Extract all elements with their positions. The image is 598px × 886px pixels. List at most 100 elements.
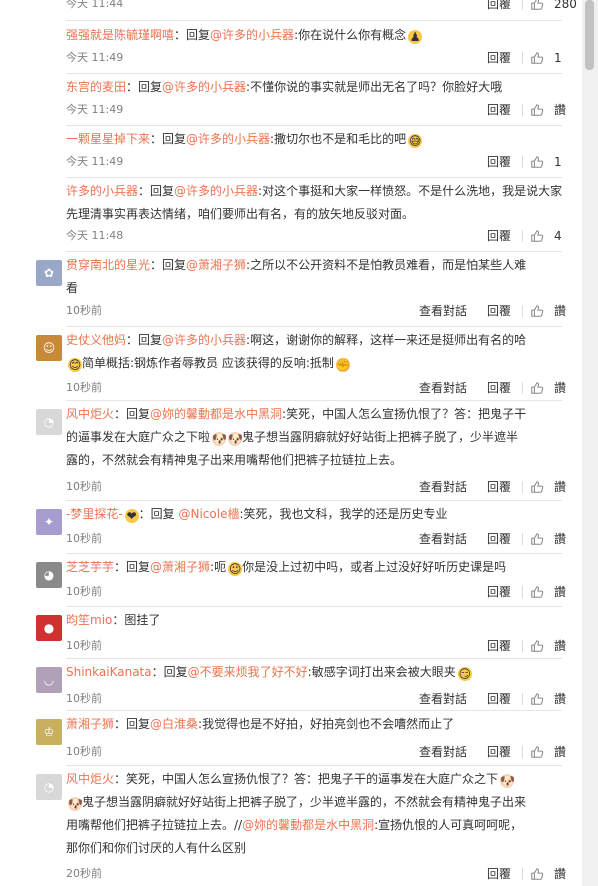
comment-item: ◔ 风中炬火：笑死，中国人怎么宣扬仇恨了？答：把鬼子干的逼事发在大庭广众之下 🐶 🐶鬼… [36, 765, 566, 886]
like-count: 讚 [554, 381, 567, 395]
mention-link[interactable]: @白淮桑 [150, 717, 198, 731]
thumb-up-icon [531, 586, 544, 598]
mention-link[interactable]: @许多的小兵器 [162, 333, 246, 347]
dog-emoji: 🐶 [212, 432, 227, 446]
mention-link[interactable]: @许多的小兵器 [174, 184, 258, 198]
mention-link[interactable]: @妳的馨動都是水中黑洞 [242, 818, 374, 832]
like-button[interactable]: 讚 [530, 531, 566, 547]
like-count: 讚 [554, 585, 567, 599]
reply-button[interactable]: 回覆 [487, 531, 511, 547]
like-button[interactable]: 4 [530, 228, 566, 244]
comment-text: ：笑死，中国人怎么宣扬仇恨了？答：把鬼子干的逼事发在大庭广众之下 [114, 772, 499, 786]
like-button[interactable]: 讚 [530, 584, 566, 600]
comment-text: 鬼子想当露阴癖就好好站街上把裤子脱了，少半遮半 [242, 430, 519, 444]
like-count: 讚 [554, 304, 567, 318]
reply-button[interactable]: 回覆 [487, 584, 511, 600]
comment-body: -梦里探花- ❤ ：回复 @Nicole檣:笑死，我也文科，我学的还是历史专业 [66, 503, 562, 526]
username-link[interactable]: 芝芝芋芋 [66, 560, 114, 574]
avatar[interactable]: ✿ [36, 260, 62, 286]
reply-button[interactable]: 回覆 [487, 691, 511, 707]
view-conversation-link[interactable]: 查看對話 [419, 303, 467, 319]
comment-footer: 今天 11:49 回覆 1 [66, 50, 562, 66]
reply-button[interactable]: 回覆 [487, 638, 511, 654]
reply-button[interactable]: 回覆 [487, 50, 511, 66]
comment-text: 鬼子想当露阴癖就好好站街上把裤子脱了，少半遮半露的，不然就会有精神鬼子出来 [82, 795, 527, 809]
like-button[interactable]: 讚 [530, 638, 566, 654]
scrollbar-track[interactable] [582, 0, 598, 886]
divider [522, 230, 523, 242]
username-link[interactable]: -梦里探花- [66, 507, 123, 521]
reply-button[interactable]: 回覆 [487, 102, 511, 118]
mention-link[interactable]: @萧湘子狮 [150, 560, 210, 574]
comment-text: :撒切尔也不是和毛比的吧 [270, 132, 407, 146]
mention-link[interactable]: @萧湘子狮 [186, 258, 246, 272]
like-button[interactable]: 讚 [530, 744, 566, 760]
dog-emoji: 🐶 [228, 432, 243, 446]
like-button[interactable]: 280 [530, 0, 577, 12]
view-conversation-link[interactable]: 查看對話 [419, 691, 467, 707]
like-button[interactable]: 讚 [530, 866, 566, 882]
reply-button[interactable]: 回覆 [487, 154, 511, 170]
thumb-up-icon [531, 305, 544, 317]
avatar[interactable]: ◡ [36, 667, 62, 693]
timestamp: 10秒前 [66, 639, 102, 652]
comment-item: ◔ 风中炬火：回复@妳的馨動都是水中黑洞:笑死，中国人怎么宣扬仇恨了？答：把鬼子干… [36, 400, 566, 501]
comment-text: ：图挂了 [112, 613, 161, 627]
avatar[interactable]: ◔ [36, 409, 62, 435]
username-link[interactable]: 风中炬火 [66, 772, 114, 786]
comment-text: ：回复 [114, 560, 151, 574]
like-button[interactable]: 讚 [530, 479, 566, 495]
avatar[interactable]: ● [36, 615, 62, 641]
view-conversation-link[interactable]: 查看對話 [419, 744, 467, 760]
username-link[interactable]: 史仗义他妈 [66, 333, 126, 347]
comment-item: ✦ -梦里探花- ❤ ：回复 @Nicole檣:笑死，我也文科，我学的还是历史专业 10… [36, 500, 566, 554]
avatar[interactable]: ◕ [36, 562, 62, 588]
timestamp: 10秒前 [66, 745, 102, 758]
avatar[interactable]: ♔ [36, 719, 62, 745]
avatar[interactable]: ☺ [36, 335, 62, 361]
username-link[interactable]: ShinkaiKanata [66, 665, 152, 679]
comment-footer: 10秒前 查看對話 回覆 讚 [66, 380, 566, 396]
mention-link[interactable]: @许多的小兵器 [162, 80, 246, 94]
thumb-up-icon [531, 104, 544, 116]
username-link[interactable]: 风中炬火 [66, 407, 114, 421]
thumb-up-icon [531, 868, 544, 880]
username-link[interactable]: 一颗星星掉下来 [66, 132, 150, 146]
reply-button[interactable]: 回覆 [487, 228, 511, 244]
username-link[interactable]: 东宫的麦田 [66, 80, 126, 94]
like-button[interactable]: 讚 [530, 102, 566, 118]
avatar[interactable]: ✦ [36, 509, 62, 535]
username-link[interactable]: 许多的小兵器 [66, 184, 138, 198]
scrollbar-thumb[interactable] [585, 0, 594, 70]
smile-emoji: 😊 [68, 358, 82, 372]
view-conversation-link[interactable]: 查看對話 [419, 479, 467, 495]
like-button[interactable]: 讚 [530, 380, 566, 396]
comment-body-line: 露的，不然就会有精神鬼子出来用嘴帮他们把裤子拉链拉上去。 [66, 453, 403, 467]
like-button[interactable]: 1 [530, 50, 566, 66]
reply-button[interactable]: 回覆 [487, 744, 511, 760]
reply-button[interactable]: 回覆 [487, 479, 511, 495]
username-link[interactable]: 昀笙mio [66, 613, 112, 627]
reply-button[interactable]: 回覆 [487, 380, 511, 396]
view-conversation-link[interactable]: 查看對話 [419, 380, 467, 396]
mention-link[interactable]: @妳的馨動都是水中黑洞 [150, 407, 282, 421]
comment-text: :呃 [210, 560, 227, 574]
reply-button[interactable]: 回覆 [487, 0, 511, 12]
reply-button[interactable]: 回覆 [487, 866, 511, 882]
mention-link[interactable]: @Nicole檣 [179, 507, 240, 521]
username-link[interactable]: 强强就是陈毓瑾啊嘻 [66, 28, 174, 42]
like-button[interactable]: 讚 [530, 691, 566, 707]
comment-footer: 10秒前 查看對話 回覆 讚 [66, 531, 566, 547]
comment-text: 回复 [186, 28, 211, 42]
username-link[interactable]: 贯穿南北的星光 [66, 258, 150, 272]
like-button[interactable]: 讚 [530, 303, 566, 319]
username-link[interactable]: 萧湘子狮 [66, 717, 114, 731]
reply-button[interactable]: 回覆 [487, 303, 511, 319]
mention-link[interactable]: @许多的小兵器 [210, 28, 294, 42]
like-button[interactable]: 1 [530, 154, 566, 170]
like-count: 讚 [554, 745, 567, 759]
mention-link[interactable]: @许多的小兵器 [186, 132, 270, 146]
view-conversation-link[interactable]: 查看對話 [419, 531, 467, 547]
avatar[interactable]: ◔ [36, 774, 62, 800]
mention-link[interactable]: @不要来烦我了好不好 [188, 665, 308, 679]
